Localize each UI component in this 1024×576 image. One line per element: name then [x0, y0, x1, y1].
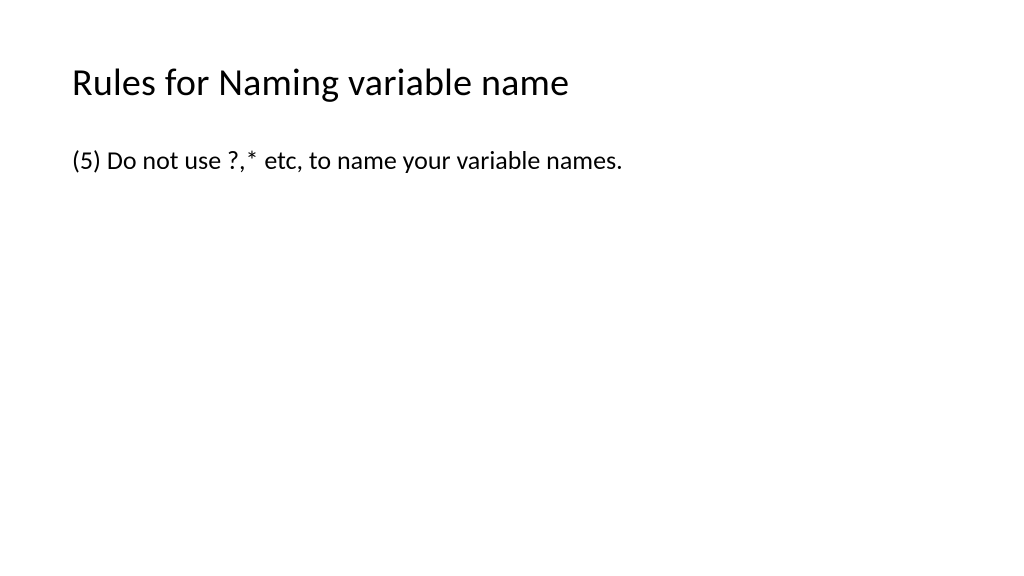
slide-title: Rules for Naming variable name	[72, 60, 952, 106]
slide-body-text: (5) Do not use ?,* etc, to name your var…	[72, 142, 952, 178]
